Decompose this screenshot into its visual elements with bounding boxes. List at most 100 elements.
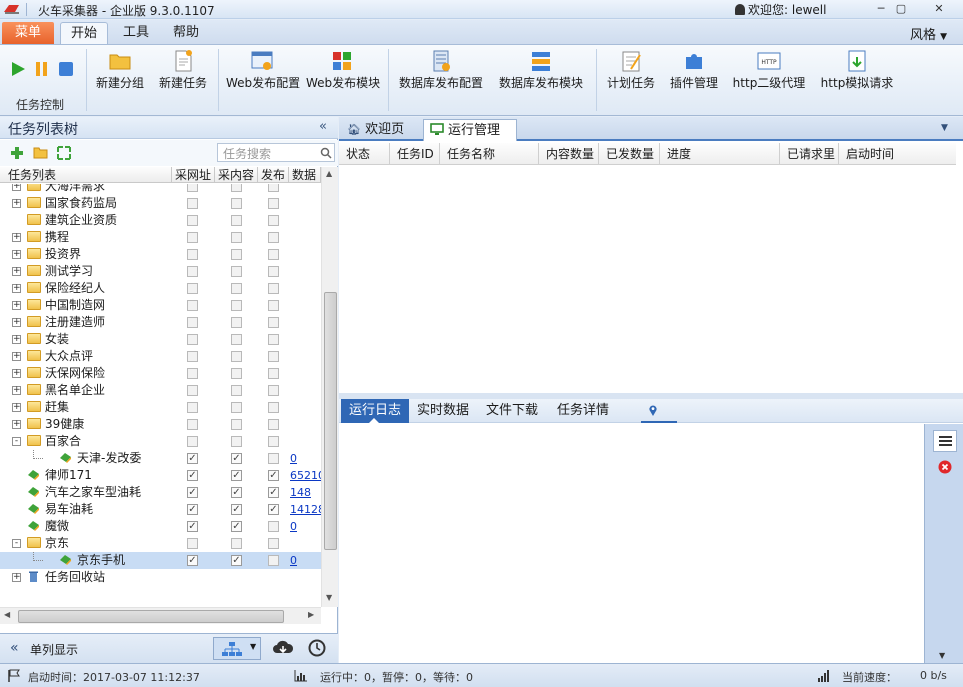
tab-tools[interactable]: 工具: [118, 22, 154, 44]
task-tree-group[interactable]: + 保险经纪人: [0, 280, 321, 297]
tab-start[interactable]: 开始: [60, 22, 108, 44]
task-tree-group[interactable]: + 测试学习: [0, 263, 321, 280]
task-tree-item[interactable]: 汽车之家车型油耗 ✓ ✓ ✓ 148: [0, 484, 321, 501]
restore-button[interactable]: ▢: [890, 1, 912, 17]
expand-icon[interactable]: +: [12, 301, 21, 310]
data-count-link[interactable]: 148: [290, 484, 311, 501]
col-data[interactable]: 数据: [289, 167, 321, 183]
publish-checkbox[interactable]: [268, 283, 279, 294]
collect-content-checkbox[interactable]: [231, 402, 242, 413]
task-search-input[interactable]: 任务搜索: [217, 143, 335, 162]
web-publish-config-button[interactable]: Web发布配置: [226, 49, 300, 99]
data-count-link[interactable]: 0: [290, 552, 297, 569]
task-tree-item[interactable]: 易车油耗 ✓ ✓ ✓ 14128: [0, 501, 321, 518]
expand-icon[interactable]: +: [12, 250, 21, 259]
task-tree-group[interactable]: + 黑名单企业: [0, 382, 321, 399]
task-grid-body[interactable]: [339, 166, 963, 393]
collect-url-checkbox[interactable]: [187, 198, 198, 209]
collect-content-checkbox[interactable]: ✓: [231, 487, 242, 498]
expand-icon[interactable]: +: [12, 184, 21, 191]
task-tree-group[interactable]: - 京东: [0, 535, 321, 552]
expand-all-icon[interactable]: [57, 146, 71, 160]
collapse-panel-icon[interactable]: «: [319, 119, 327, 134]
collect-content-checkbox[interactable]: [231, 317, 242, 328]
collect-url-checkbox[interactable]: ✓: [187, 521, 198, 532]
run-log-area[interactable]: [339, 424, 924, 663]
collect-url-checkbox[interactable]: [187, 334, 198, 345]
clear-log-icon[interactable]: [938, 460, 952, 474]
publish-checkbox[interactable]: [268, 198, 279, 209]
collect-content-checkbox[interactable]: [231, 198, 242, 209]
task-tree-group[interactable]: + 任务回收站: [0, 569, 321, 586]
collect-content-checkbox[interactable]: ✓: [231, 521, 242, 532]
collect-url-checkbox[interactable]: ✓: [187, 453, 198, 464]
collect-url-checkbox[interactable]: [187, 249, 198, 260]
new-task-button[interactable]: 新建任务: [156, 49, 210, 99]
task-tree-item[interactable]: 魔微 ✓ ✓ 0: [0, 518, 321, 535]
collect-content-checkbox[interactable]: [231, 300, 242, 311]
tab-task-details[interactable]: 任务详情: [557, 399, 617, 423]
web-publish-module-button[interactable]: Web发布模块: [306, 49, 380, 99]
collect-content-checkbox[interactable]: ✓: [231, 453, 242, 464]
expand-icon[interactable]: +: [12, 369, 21, 378]
data-count-link[interactable]: 0: [290, 450, 297, 467]
double-left-icon[interactable]: «: [10, 640, 19, 656]
publish-checkbox[interactable]: [268, 351, 279, 362]
publish-checkbox[interactable]: [268, 317, 279, 328]
task-tree-group[interactable]: + 国家食药监局: [0, 195, 321, 212]
publish-checkbox[interactable]: [268, 266, 279, 277]
collect-url-checkbox[interactable]: [187, 351, 198, 362]
collect-content-checkbox[interactable]: [231, 436, 242, 447]
expand-icon[interactable]: +: [12, 335, 21, 344]
publish-checkbox[interactable]: [268, 555, 279, 566]
task-tree-item[interactable]: 京东手机 ✓ ✓ 0: [0, 552, 321, 569]
data-count-link[interactable]: 14128: [290, 501, 321, 518]
collect-url-checkbox[interactable]: ✓: [187, 555, 198, 566]
expand-icon[interactable]: +: [12, 420, 21, 429]
publish-checkbox[interactable]: [268, 538, 279, 549]
http-simulate-button[interactable]: http模拟请求: [818, 49, 896, 99]
style-menu[interactable]: 风格 ▼: [910, 24, 947, 43]
expand-icon[interactable]: +: [12, 403, 21, 412]
task-tree-group[interactable]: + 注册建造师: [0, 314, 321, 331]
scroll-down-icon[interactable]: ▼: [326, 593, 332, 602]
data-count-link[interactable]: 65210: [290, 467, 321, 484]
publish-checkbox[interactable]: ✓: [268, 504, 279, 515]
task-tree-group[interactable]: 建筑企业资质: [0, 212, 321, 229]
plugin-manager-button[interactable]: 插件管理: [666, 49, 722, 99]
collect-content-checkbox[interactable]: [231, 334, 242, 345]
collect-url-checkbox[interactable]: [187, 184, 198, 192]
collect-content-checkbox[interactable]: [231, 419, 242, 430]
collect-url-checkbox[interactable]: [187, 368, 198, 379]
publish-checkbox[interactable]: [268, 184, 279, 192]
tab-welcome[interactable]: 🏠︎ 欢迎页: [347, 119, 419, 141]
db-publish-config-button[interactable]: 数据库发布配置: [396, 49, 486, 99]
task-tree-group[interactable]: +39健康: [0, 416, 321, 433]
task-tree-item[interactable]: 律师171 ✓ ✓ ✓ 65210: [0, 467, 321, 484]
col-collect-content[interactable]: 采内容: [215, 167, 258, 183]
publish-checkbox[interactable]: [268, 521, 279, 532]
collect-content-checkbox[interactable]: [231, 249, 242, 260]
publish-checkbox[interactable]: [268, 300, 279, 311]
location-pin-icon[interactable]: [648, 404, 658, 417]
search-icon[interactable]: [320, 147, 332, 159]
collect-content-checkbox[interactable]: [231, 385, 242, 396]
publish-checkbox[interactable]: [268, 385, 279, 396]
expand-icon[interactable]: +: [12, 233, 21, 242]
col-collect-url[interactable]: 采网址: [172, 167, 215, 183]
expand-icon[interactable]: +: [12, 318, 21, 327]
db-publish-module-button[interactable]: 数据库发布模块: [496, 49, 586, 99]
stop-icon[interactable]: [58, 60, 74, 78]
main-menu-button[interactable]: 菜单: [2, 22, 54, 44]
chevron-down-icon[interactable]: ▼: [939, 651, 945, 660]
tree-vertical-scrollbar[interactable]: ▲ ▼: [321, 167, 338, 607]
http-proxy-button[interactable]: HTTP http二级代理: [730, 49, 808, 99]
expand-icon[interactable]: +: [12, 199, 21, 208]
col-task-id[interactable]: 任务ID: [390, 143, 440, 165]
scroll-left-icon[interactable]: ◀: [4, 610, 10, 619]
close-button[interactable]: ✕: [928, 1, 950, 17]
collect-url-checkbox[interactable]: [187, 385, 198, 396]
collect-url-checkbox[interactable]: [187, 402, 198, 413]
scrollbar-thumb[interactable]: [324, 292, 337, 550]
col-content-count[interactable]: 内容数量: [539, 143, 599, 165]
